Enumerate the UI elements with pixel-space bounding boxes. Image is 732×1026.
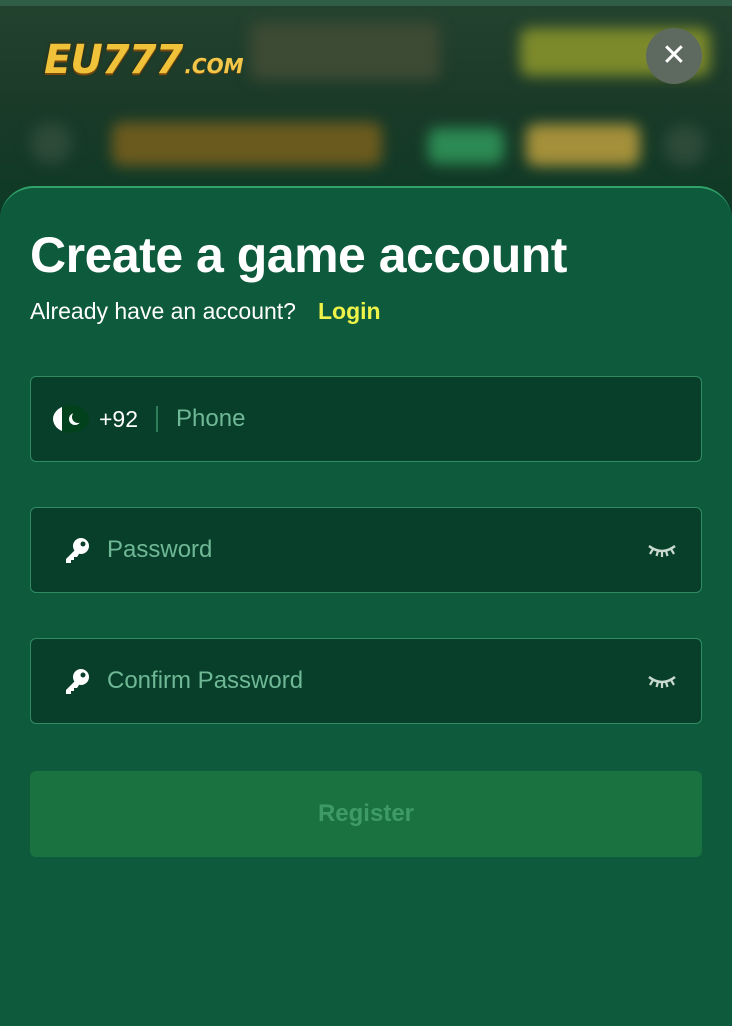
login-link[interactable]: Login: [318, 298, 381, 325]
password-input[interactable]: [107, 508, 647, 592]
pakistan-flag-icon[interactable]: [53, 405, 89, 433]
close-icon: ✕: [661, 39, 687, 72]
logo-suffix-text: .COM: [184, 54, 244, 78]
key-icon: [61, 665, 93, 697]
country-code[interactable]: +92: [99, 406, 138, 433]
logo-main-text: EU777: [44, 37, 183, 83]
phone-field[interactable]: +92: [30, 376, 702, 462]
close-button[interactable]: ✕: [646, 28, 702, 84]
password-field[interactable]: [30, 507, 702, 593]
eye-closed-icon[interactable]: [647, 671, 677, 691]
site-logo: EU777 .COM: [44, 36, 244, 80]
login-prompt: Already have an account? Login: [30, 298, 381, 325]
register-sheet: Create a game account Already have an ac…: [0, 186, 732, 1026]
login-prompt-text: Already have an account?: [30, 298, 296, 324]
confirm-password-field[interactable]: [30, 638, 702, 724]
blurred-login-button: [428, 128, 504, 164]
field-divider: [156, 406, 159, 432]
phone-input[interactable]: [176, 377, 701, 461]
blurred-avatar: [664, 124, 706, 166]
confirm-password-input[interactable]: [107, 639, 647, 723]
blurred-banner-text: [250, 22, 440, 80]
key-icon: [61, 534, 93, 566]
eye-closed-icon[interactable]: [647, 540, 677, 560]
blurred-register-button: [526, 124, 640, 166]
status-line: [0, 0, 732, 6]
background-header: [0, 0, 732, 200]
page-title: Create a game account: [30, 227, 567, 283]
register-button[interactable]: Register: [30, 771, 702, 857]
blurred-menu-icon: [30, 122, 72, 164]
blurred-site-logo: [112, 122, 382, 166]
